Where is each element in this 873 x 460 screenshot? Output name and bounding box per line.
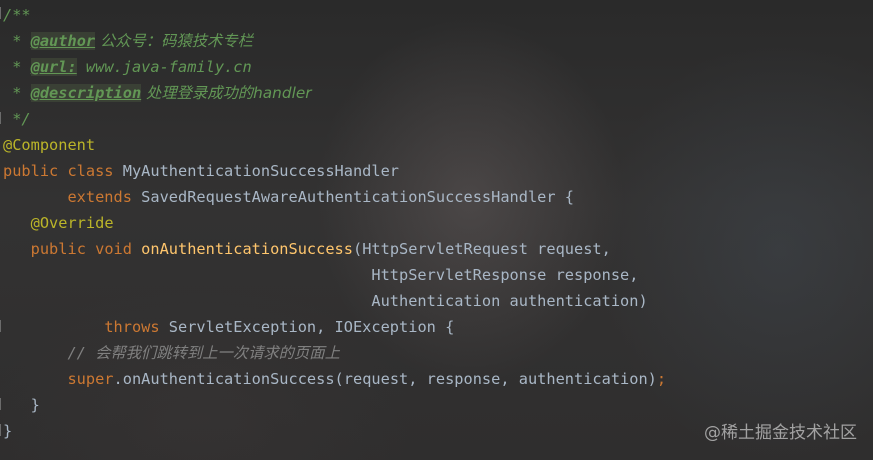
override-annotation: @Override [30, 214, 114, 232]
code-line-12: Authentication authentication) [3, 288, 648, 314]
author-text: 公众号：码猿技术专栏 [95, 32, 253, 50]
code-line-7: public class MyAuthenticationSuccessHand… [3, 158, 399, 184]
super-keyword: super [67, 370, 114, 388]
code-line-17: } [3, 418, 12, 444]
doc-star: * [3, 32, 31, 50]
doc-star: * [3, 58, 31, 76]
class-name: MyAuthenticationSuccessHandler [122, 162, 400, 180]
juejin-watermark: @稀土掘金技术社区 [704, 423, 857, 443]
class-close-brace: } [3, 422, 13, 440]
code-line-10: public void onAuthenticationSuccess(Http… [3, 236, 611, 262]
method-close-brace: } [3, 396, 40, 414]
throws-keyword: throws [104, 318, 169, 336]
method-params: Authentication authentication) [3, 292, 648, 310]
code-line-3: * @url: www.java-family.cn [3, 54, 252, 80]
code-line-13: throws ServletException, IOException { [3, 314, 454, 340]
semicolon: ; [656, 370, 667, 388]
super-call: .onAuthenticationSuccess(request, respon… [113, 370, 657, 388]
code-line-5: */ [3, 106, 31, 132]
url-text: www.java-family.cn [76, 58, 252, 76]
line-comment-marker: // [67, 344, 96, 362]
code-line-16: } [3, 392, 40, 418]
superclass-name: SavedRequestAwareAuthenticationSuccessHa… [141, 188, 575, 206]
code-line-1: /** [3, 2, 31, 28]
extends-keyword: extends [67, 188, 142, 206]
url-tag: @url: [30, 58, 77, 76]
code-line-11: HttpServletResponse response, [3, 262, 638, 288]
code-editor[interactable]: /** * @author 公众号：码猿技术专栏 * @url: www.jav… [0, 0, 873, 460]
author-tag: @author [30, 32, 96, 50]
line-comment-text: 会帮我们跳转到上一次请求的页面上 [95, 344, 340, 362]
exception-list: ServletException, IOException { [168, 318, 455, 336]
method-params: (HttpServletRequest request, [352, 240, 611, 258]
code-line-6: @Component [3, 132, 95, 158]
doc-star: * [3, 84, 31, 102]
code-line-9: @Override [3, 210, 114, 236]
code-line-2: * @author 公众号：码猿技术专栏 [3, 28, 253, 54]
code-line-15: super.onAuthenticationSuccess(request, r… [3, 366, 666, 392]
method-params: HttpServletResponse response, [3, 266, 639, 284]
description-text: 处理登录成功的handler [141, 84, 312, 102]
code-line-8: extends SavedRequestAwareAuthenticationS… [3, 184, 574, 210]
doc-comment-open: /** [3, 6, 31, 24]
class-keyword: public class [3, 162, 123, 180]
code-line-4: * @description 处理登录成功的handler [3, 80, 312, 106]
method-modifiers: public void [30, 240, 142, 258]
method-name: onAuthenticationSuccess [141, 240, 353, 258]
doc-comment-close: */ [3, 110, 31, 128]
code-line-14: // 会帮我们跳转到上一次请求的页面上 [3, 340, 340, 366]
description-tag: @description [30, 84, 142, 102]
component-annotation: @Component [3, 136, 96, 154]
